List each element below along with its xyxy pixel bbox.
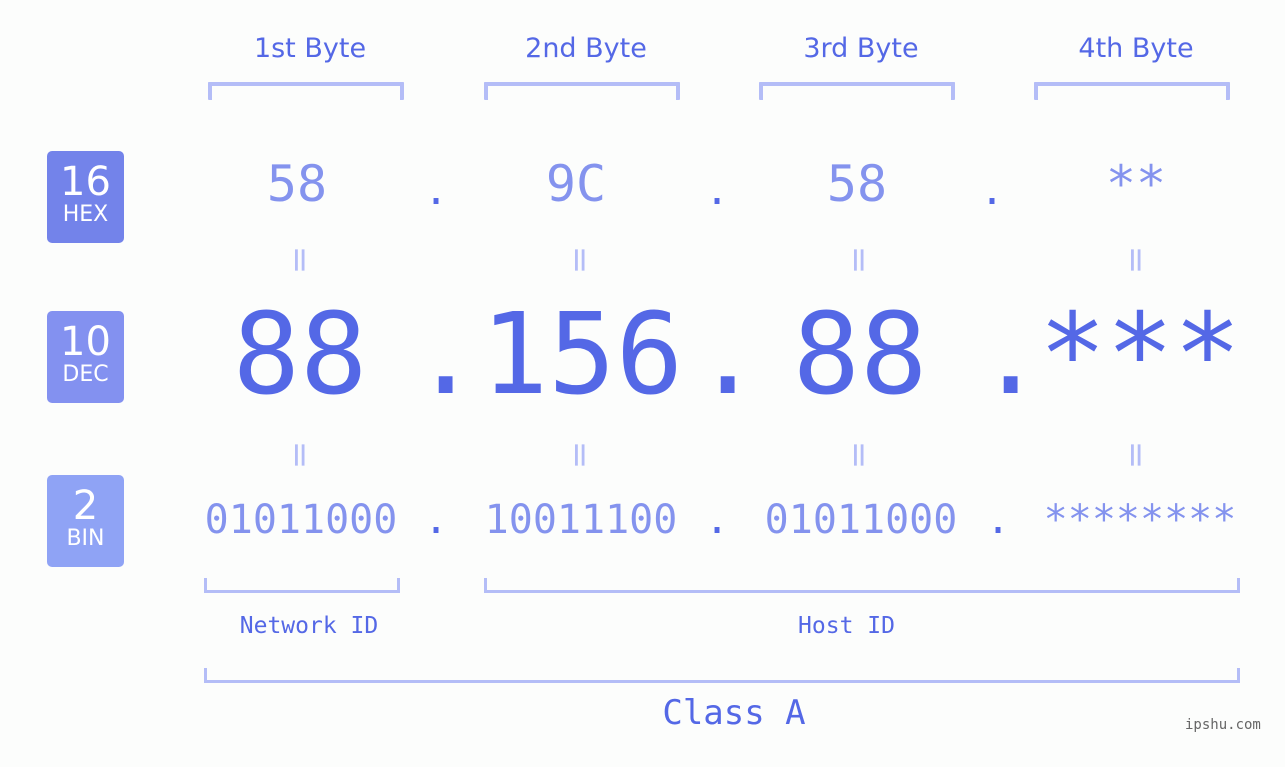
hex-byte-1: 58 [266,155,328,213]
hex-badge: 16 HEX [47,151,124,243]
equals-sign: = [839,440,879,470]
dec-byte-2: 156 [480,290,684,420]
host-bracket [484,578,1240,593]
network-bracket [204,578,400,593]
hex-byte-3: 58 [826,155,888,213]
equals-sign: = [280,245,320,275]
header-byte-1: 1st Byte [253,33,367,64]
bin-byte-3: 01011000 [764,497,958,543]
dec-dot-2: . [694,290,762,420]
bin-badge: 2 BIN [47,475,124,567]
hex-dot-3: . [979,168,1005,214]
header-byte-4: 4th Byte [1078,33,1194,64]
header-bracket-3 [759,82,955,100]
hex-byte-2: 9C [545,155,607,213]
equals-sign: = [1116,440,1156,470]
header-bracket-4 [1034,82,1230,100]
bin-dot-1: . [423,497,449,543]
hex-dot-2: . [704,168,730,214]
dec-byte-1: 88 [232,290,368,420]
dec-byte-3: 88 [792,290,928,420]
header-byte-3: 3rd Byte [803,33,919,64]
hex-badge-label: HEX [62,202,109,227]
host-id-label: Host ID [798,613,895,639]
hex-dot-1: . [423,168,449,214]
class-bracket [204,668,1240,683]
equals-sign: = [560,245,600,275]
equals-sign: = [1116,245,1156,275]
bin-byte-2: 10011100 [484,497,678,543]
class-label: Class A [662,693,806,733]
bin-dot-3: . [985,497,1011,543]
equals-sign: = [839,245,879,275]
dec-byte-4: *** [1038,290,1242,420]
hex-byte-4: ** [1105,155,1167,213]
dec-badge-number: 10 [60,319,111,365]
dec-badge-label: DEC [62,362,109,387]
hex-badge-number: 16 [60,159,111,205]
bin-dot-2: . [704,497,730,543]
dec-dot-3: . [977,290,1045,420]
header-byte-2: 2nd Byte [525,33,647,64]
equals-sign: = [560,440,600,470]
dec-badge: 10 DEC [47,311,124,403]
header-bracket-2 [484,82,680,100]
bin-byte-4: ******** [1043,497,1237,543]
header-bracket-1 [208,82,404,100]
watermark: ipshu.com [1185,717,1261,733]
network-id-label: Network ID [239,613,379,639]
dec-dot-1: . [412,290,480,420]
bin-badge-number: 2 [72,483,99,529]
bin-badge-label: BIN [66,526,105,551]
equals-sign: = [280,440,320,470]
bin-byte-1: 01011000 [204,497,398,543]
